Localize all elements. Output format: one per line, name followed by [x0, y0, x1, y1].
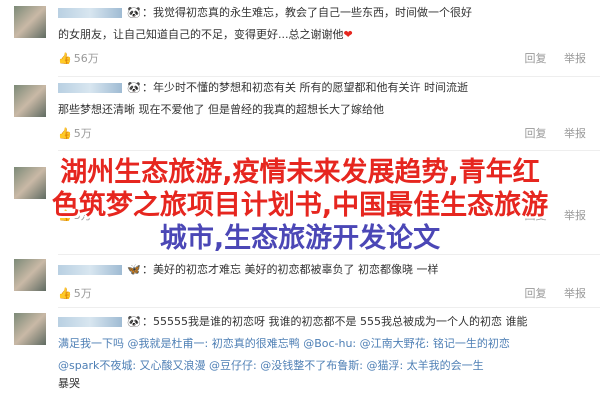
thumb-up-icon: 👍 — [58, 209, 72, 222]
comment-text: 55555我是谁的初恋呀 我谁的初恋都不是 555我总被成为一个人的初恋 谁能 — [153, 315, 528, 328]
comment-text-cont: 暴哭 — [58, 377, 80, 390]
avatar[interactable] — [14, 85, 46, 117]
like-button[interactable]: 👍 5万 — [58, 285, 92, 301]
comment-text: 美好的初恋才难忘 美好的初恋都被辜负了 初恋都像晓 一样 — [153, 263, 439, 276]
comment-meta: 👍 5万 回复 举报 — [58, 285, 586, 303]
avatar[interactable] — [14, 313, 46, 345]
comment-text: 我觉得初恋真的永生难忘，教会了自己一些东西，时间做一个很好 — [153, 6, 472, 19]
like-button[interactable]: 👍 5万 — [58, 207, 92, 223]
reply-button[interactable]: 回复 — [525, 127, 547, 140]
comment-text-cont: 那些梦想还清晰 现在不爱他了 但是曾经的我真的超想长大了嫁给他 — [58, 103, 384, 116]
like-button[interactable]: 👍 56万 — [58, 50, 99, 66]
report-button[interactable]: 举报 — [564, 127, 586, 140]
headline-line-3: 城市,生态旅游开发论文 — [159, 223, 441, 254]
thumb-up-icon: 👍 — [58, 127, 72, 140]
thumb-up-icon: 👍 — [58, 52, 72, 65]
emoji-icon: 🐼 — [127, 81, 141, 94]
username[interactable] — [58, 83, 122, 93]
username[interactable] — [58, 8, 122, 18]
reply-button[interactable]: 回复 — [525, 52, 547, 65]
butterfly-icon: 🦋 — [127, 263, 141, 276]
avatar[interactable] — [14, 259, 46, 291]
divider — [58, 307, 600, 308]
comment-text: 年少时不懂的梦想和初恋有关 所有的愿望都和他有关许 时间流逝 — [153, 81, 468, 94]
thumb-up-icon: 👍 — [58, 287, 72, 300]
report-button[interactable]: 举报 — [564, 209, 586, 222]
comment-text-cont: 的女朋友，让自己知道自己的不足，变得更好...总之谢谢他 — [58, 28, 344, 41]
comment-meta: 👍 5万 回复 举报 — [58, 125, 586, 143]
report-button[interactable]: 举报 — [564, 52, 586, 65]
comment-text-cont[interactable]: 满足我一下吗 @我就是杜甫一: 初恋真的很难忘鸭 @Boc-hu: @江南大野花… — [58, 337, 510, 350]
report-button[interactable]: 举报 — [564, 287, 586, 300]
comment-meta: 👍 56万 回复 举报 — [58, 50, 586, 68]
avatar[interactable] — [14, 167, 46, 199]
emoji-icon: 🐼 — [127, 6, 141, 19]
emoji-icon: 🐼 — [127, 315, 141, 328]
username[interactable] — [58, 317, 122, 327]
reply-button[interactable]: 回复 — [525, 209, 547, 222]
like-button[interactable]: 👍 5万 — [58, 125, 92, 141]
username[interactable] — [58, 265, 122, 275]
divider — [58, 254, 600, 255]
comment-meta: 👍 5万 回复 举报 — [58, 207, 586, 225]
reply-button[interactable]: 回复 — [525, 287, 547, 300]
avatar[interactable] — [14, 6, 46, 38]
comment-text-cont[interactable]: @spark不夜城: 又心酸又浪漫 @豆仔仔: @没钱整不了布鲁斯: @猫浮: … — [58, 359, 484, 372]
